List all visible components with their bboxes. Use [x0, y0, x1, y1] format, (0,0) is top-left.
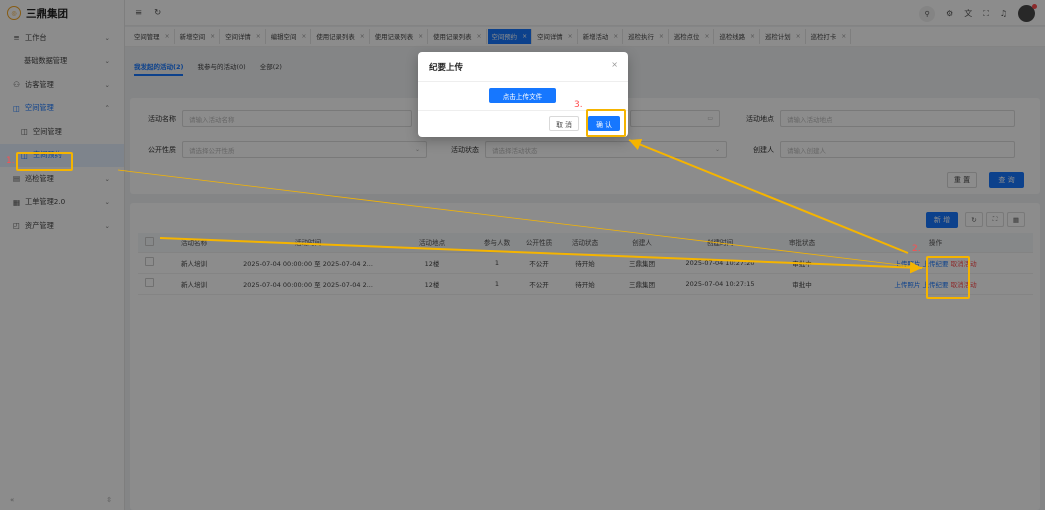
highlight-upload-minutes — [926, 256, 970, 299]
dialog-title: 纪要上传 — [429, 63, 464, 73]
highlight-confirm-button — [586, 109, 626, 137]
cancel-button[interactable]: 取 消 — [549, 116, 579, 131]
app-root: ◎ 三鼎集团 ≡ 工作台 ⌄ 基础数据管理 ⌄ ⚇ 访客管理 ⌄ ◫ 空间管理 ⌃ ◫ 空间管理… — [0, 0, 1045, 510]
step-number-3: 3. — [574, 100, 583, 110]
close-icon[interactable]: × — [611, 60, 618, 69]
step-number-1: 1. — [6, 156, 15, 166]
divider — [418, 81, 628, 82]
upload-file-button[interactable]: 点击上传文件 — [489, 88, 556, 103]
highlight-sidebar-item — [16, 152, 73, 171]
step-number-2: 2. — [912, 244, 921, 254]
